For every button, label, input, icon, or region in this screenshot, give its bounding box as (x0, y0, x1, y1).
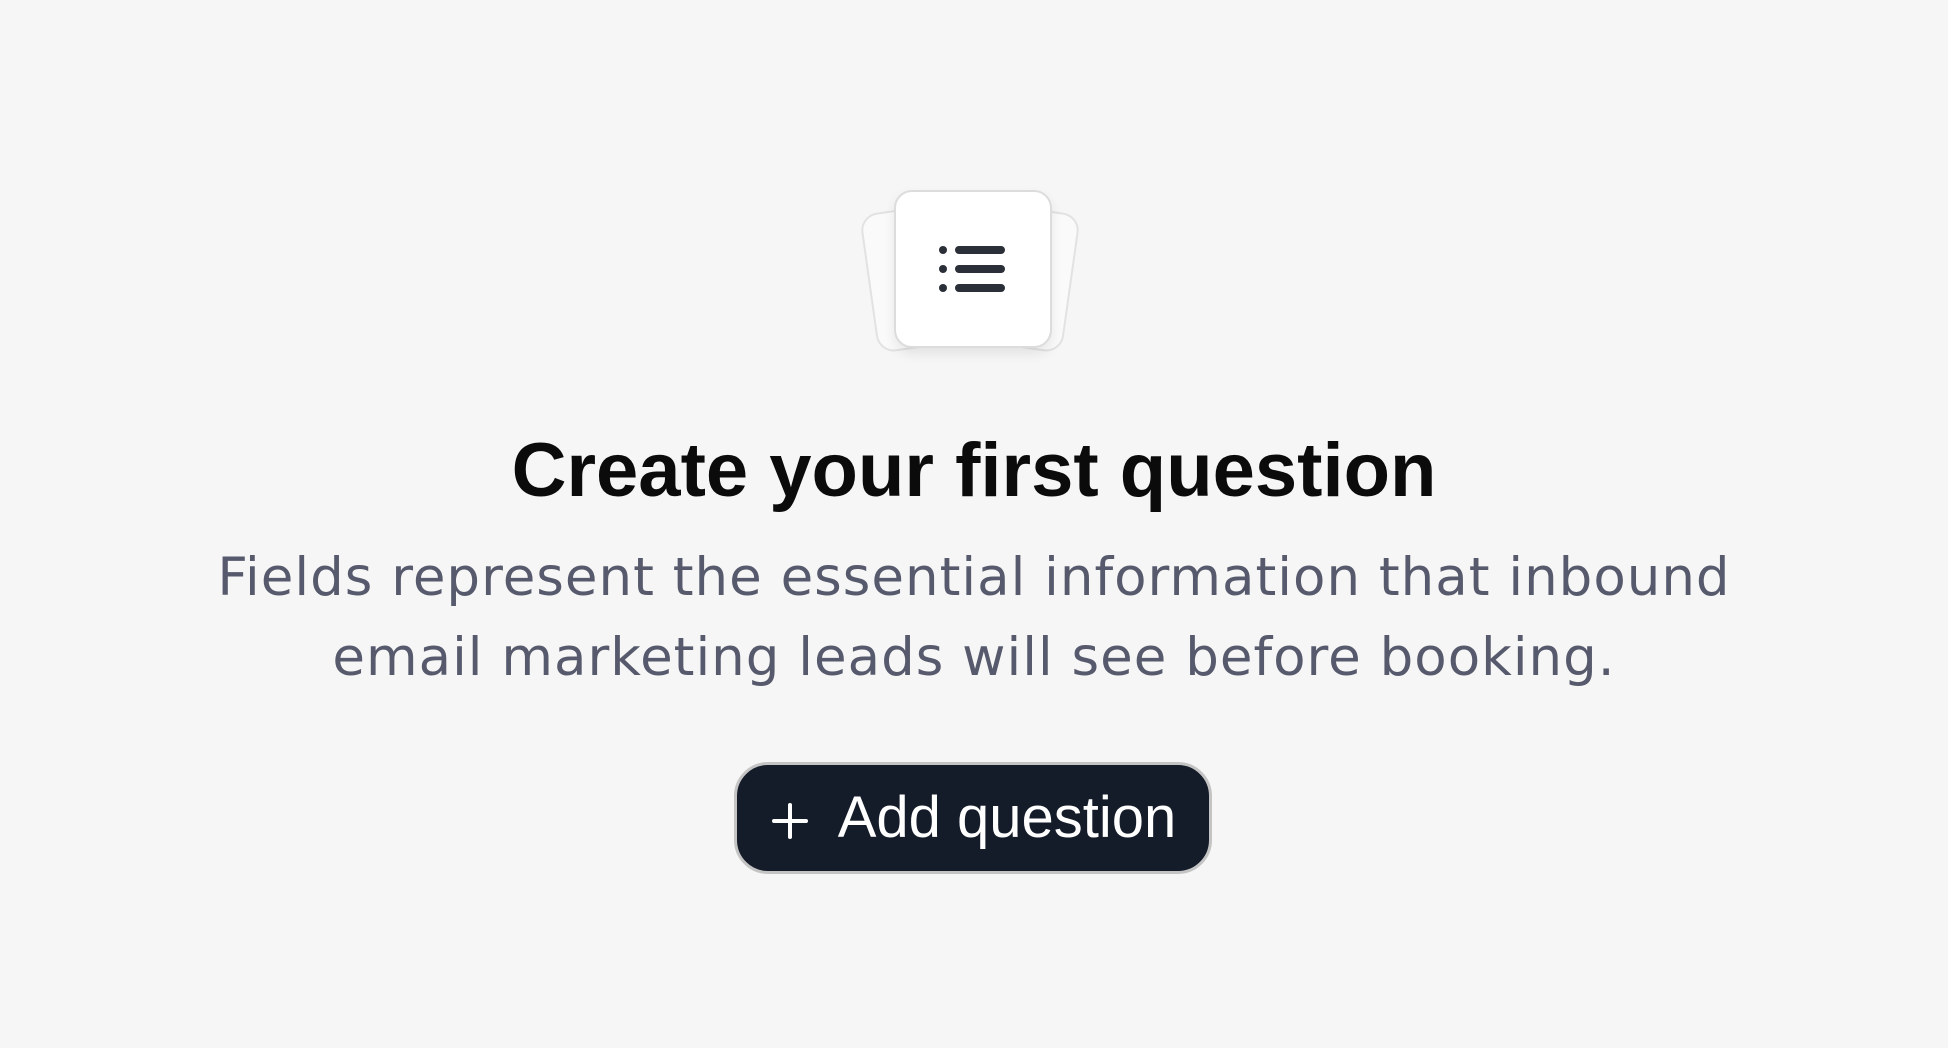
card-front (894, 190, 1052, 348)
plus-icon (770, 801, 810, 841)
list-icon (938, 244, 1008, 294)
add-question-button[interactable]: Add question (734, 762, 1212, 874)
add-question-label: Add question (837, 785, 1177, 850)
icon-card-stack (858, 188, 1082, 358)
empty-state-description: Fields represent the essential informati… (217, 547, 1731, 688)
empty-state: Create your first question Fields repres… (0, 0, 1948, 1048)
page-title: Create your first question (511, 428, 1437, 513)
